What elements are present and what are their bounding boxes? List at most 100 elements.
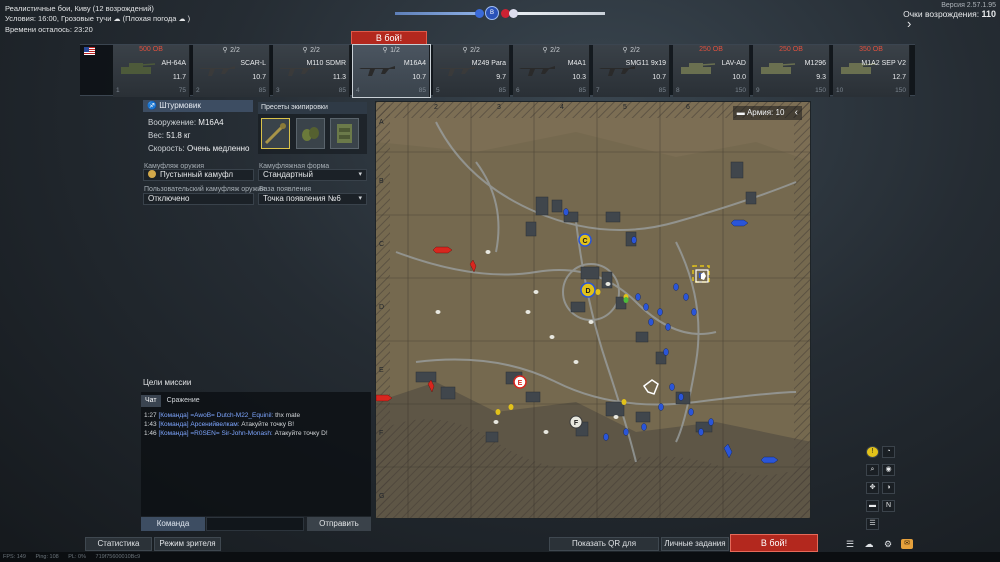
army-counter[interactable]: ▬ Армия: 10 ‹ xyxy=(732,106,802,120)
vehicle-image xyxy=(757,57,797,79)
grid-row-label: D xyxy=(379,304,385,311)
tactical-map[interactable]: C D E F B xyxy=(375,101,811,519)
grid-col-label: 5 xyxy=(623,104,627,111)
soldier-icon: ⚲ xyxy=(462,47,468,54)
chat-input[interactable] xyxy=(206,517,304,531)
time-remaining: Времени осталось: 23:20 xyxy=(5,25,93,34)
preset-rifle-grenade[interactable] xyxy=(261,118,290,149)
custom-camo-label: Пользовательский камуфляж оружия xyxy=(144,186,265,193)
presets-box xyxy=(258,114,367,154)
chat-tabs: Чат Сражение xyxy=(141,395,204,407)
custom-camo-select[interactable]: Отключено xyxy=(143,193,254,205)
capture-point-indicator: B xyxy=(485,6,499,20)
preset-grenades[interactable] xyxy=(296,118,325,149)
personal-tasks-button[interactable]: Личные задания xyxy=(661,537,729,551)
battle-rating: 10.7 xyxy=(252,74,266,81)
vehicle-slot[interactable]: ⚲ 1/2 M16A4 10.7 4 85 xyxy=(352,44,431,98)
grid-row-label: E xyxy=(379,367,384,374)
respawn-info: Версия 2.57.1.95 Очки возрождения: 110 xyxy=(903,1,996,19)
rifleman-icon: ♐ xyxy=(147,101,157,110)
respawn-points: Очки возрождения: 110 xyxy=(903,9,996,19)
top-battle-button[interactable]: В бой! xyxy=(351,31,427,45)
pie-icon[interactable]: ◑ xyxy=(882,482,895,494)
spawn-base-label: База появления xyxy=(259,186,312,193)
vehicle-name: M110 SDMR xyxy=(306,60,346,67)
grid-row-label: F xyxy=(379,430,384,437)
soldier-icon: ⚲ xyxy=(302,47,308,54)
presets-header: Пресеты экипировки xyxy=(258,102,367,114)
vehicle-slot[interactable]: ⚲ 2/2 M249 Para 9.7 5 85 xyxy=(433,45,510,97)
objective-marker-icon xyxy=(475,9,484,18)
mail-icon[interactable]: ✉ xyxy=(901,539,913,549)
north-icon[interactable]: N xyxy=(882,500,895,512)
vehicle-image xyxy=(117,57,157,79)
uniform-select[interactable]: Стандартный ▾ xyxy=(258,169,367,181)
battle-info: Реалистичные бои, Киву (12 возрождений) … xyxy=(5,4,190,35)
squad-icon[interactable]: ☁ xyxy=(863,539,875,549)
vehicle-image xyxy=(517,57,557,79)
battle-rating: 10.0 xyxy=(732,74,746,81)
list-icon[interactable]: ☰ xyxy=(844,539,856,549)
tab-battle[interactable]: Сражение xyxy=(163,395,204,407)
vehicle-name: M1296 xyxy=(804,60,826,67)
battle-button[interactable]: В бой! xyxy=(730,534,818,552)
chevron-down-icon: ▾ xyxy=(358,195,362,202)
vehicle-image xyxy=(357,57,397,79)
grid-col-label: 3 xyxy=(497,104,501,111)
soldier-icon: ⚲ xyxy=(622,47,628,54)
point-label: E xyxy=(518,380,523,387)
grid-col-label: 6 xyxy=(686,104,690,111)
usa-flag-icon xyxy=(84,47,95,55)
objective-marker-icon xyxy=(509,9,518,18)
slot-footer: 7 85 xyxy=(596,87,666,94)
statistics-button[interactable]: Статистика xyxy=(85,537,152,551)
warning-icon[interactable]: ! xyxy=(866,446,879,458)
zoom-icon[interactable]: ⌕ xyxy=(866,464,879,476)
settings-icon[interactable]: ☰ xyxy=(866,518,879,530)
settings-icon[interactable]: ⚙ xyxy=(882,539,894,549)
compass-icon[interactable]: ◉ xyxy=(882,464,895,476)
grid-row-label: G xyxy=(379,493,385,500)
slot-count: ⚲ 2/2 xyxy=(462,47,480,54)
battle-rating: 9.7 xyxy=(496,74,506,81)
send-button[interactable]: Отправить xyxy=(307,517,371,531)
respawn-value: 110 xyxy=(981,9,996,19)
vehicle-slot[interactable]: ⚲ 2/2 SMG11 9x19 10.7 7 85 xyxy=(593,45,670,97)
vehicle-image xyxy=(197,57,237,79)
slot-footer: 1 75 xyxy=(116,87,186,94)
spawn-base-select[interactable]: Точка появления №6 ▾ xyxy=(258,193,367,205)
vehicle-slot[interactable]: 350 ОВ M1A2 SEP V2 12.7 10 150 xyxy=(833,45,910,97)
vehicle-name: AH-64A xyxy=(161,60,186,67)
sector-icon[interactable]: ◔ xyxy=(882,446,895,458)
vehicle-slot[interactable]: ⚲ 2/2 M110 SDMR 11.3 3 85 xyxy=(273,45,350,97)
spectator-mode-button[interactable]: Режим зрителя xyxy=(154,537,221,551)
chevron-left-icon[interactable]: ‹ xyxy=(795,107,798,118)
chevron-right-icon[interactable]: › xyxy=(907,16,915,31)
vehicle-slot[interactable]: ⚲ 2/2 SCAR-L 10.7 2 85 xyxy=(193,45,270,97)
tank-icon[interactable]: ▬ xyxy=(866,500,879,512)
weapon-camo-select[interactable]: Пустынный камуфл xyxy=(143,169,254,181)
camo-icon xyxy=(148,170,156,178)
soldier-class-header: ♐ Штурмовик xyxy=(143,100,253,112)
vehicle-slot[interactable]: 250 ОВ M1296 9.3 9 150 xyxy=(753,45,830,97)
slot-cost: 350 ОВ xyxy=(859,46,883,53)
conditions-line: Условия: 16:00, Грозовые тучи ☁ (Плохая … xyxy=(5,14,191,23)
show-qr-button[interactable]: Показать QR для Ассистента xyxy=(549,537,659,560)
allied-score-bar xyxy=(395,12,483,15)
chat-message: 1:27 [Команда] =AwoB= Dutch-M22_Equinil:… xyxy=(144,412,301,419)
vehicle-name: LAV-AD xyxy=(721,60,746,67)
vehicle-name: M16A4 xyxy=(403,60,426,67)
battle-rating: 11.3 xyxy=(332,74,346,81)
slot-count: ⚲ 2/2 xyxy=(222,47,240,54)
battle-rating: 11.7 xyxy=(172,74,186,81)
vehicle-slot[interactable]: ⚲ 2/2 M4A1 10.3 6 85 xyxy=(513,45,590,97)
slot-footer: 4 85 xyxy=(356,87,426,94)
preset-vest[interactable] xyxy=(330,118,359,149)
team-channel-button[interactable]: Команда xyxy=(141,517,205,531)
move-icon[interactable]: ✥ xyxy=(866,482,879,494)
debug-bar: FPS: 149 Ping: 108 PL: 0% 719f75600010Bc… xyxy=(0,552,1000,562)
score-bar: B xyxy=(395,6,605,22)
tab-chat[interactable]: Чат xyxy=(141,395,161,407)
vehicle-slot[interactable]: 250 ОВ LAV-AD 10.0 8 150 xyxy=(673,45,750,97)
vehicle-slot[interactable]: 500 ОВ AH-64A 11.7 1 75 xyxy=(113,45,190,97)
